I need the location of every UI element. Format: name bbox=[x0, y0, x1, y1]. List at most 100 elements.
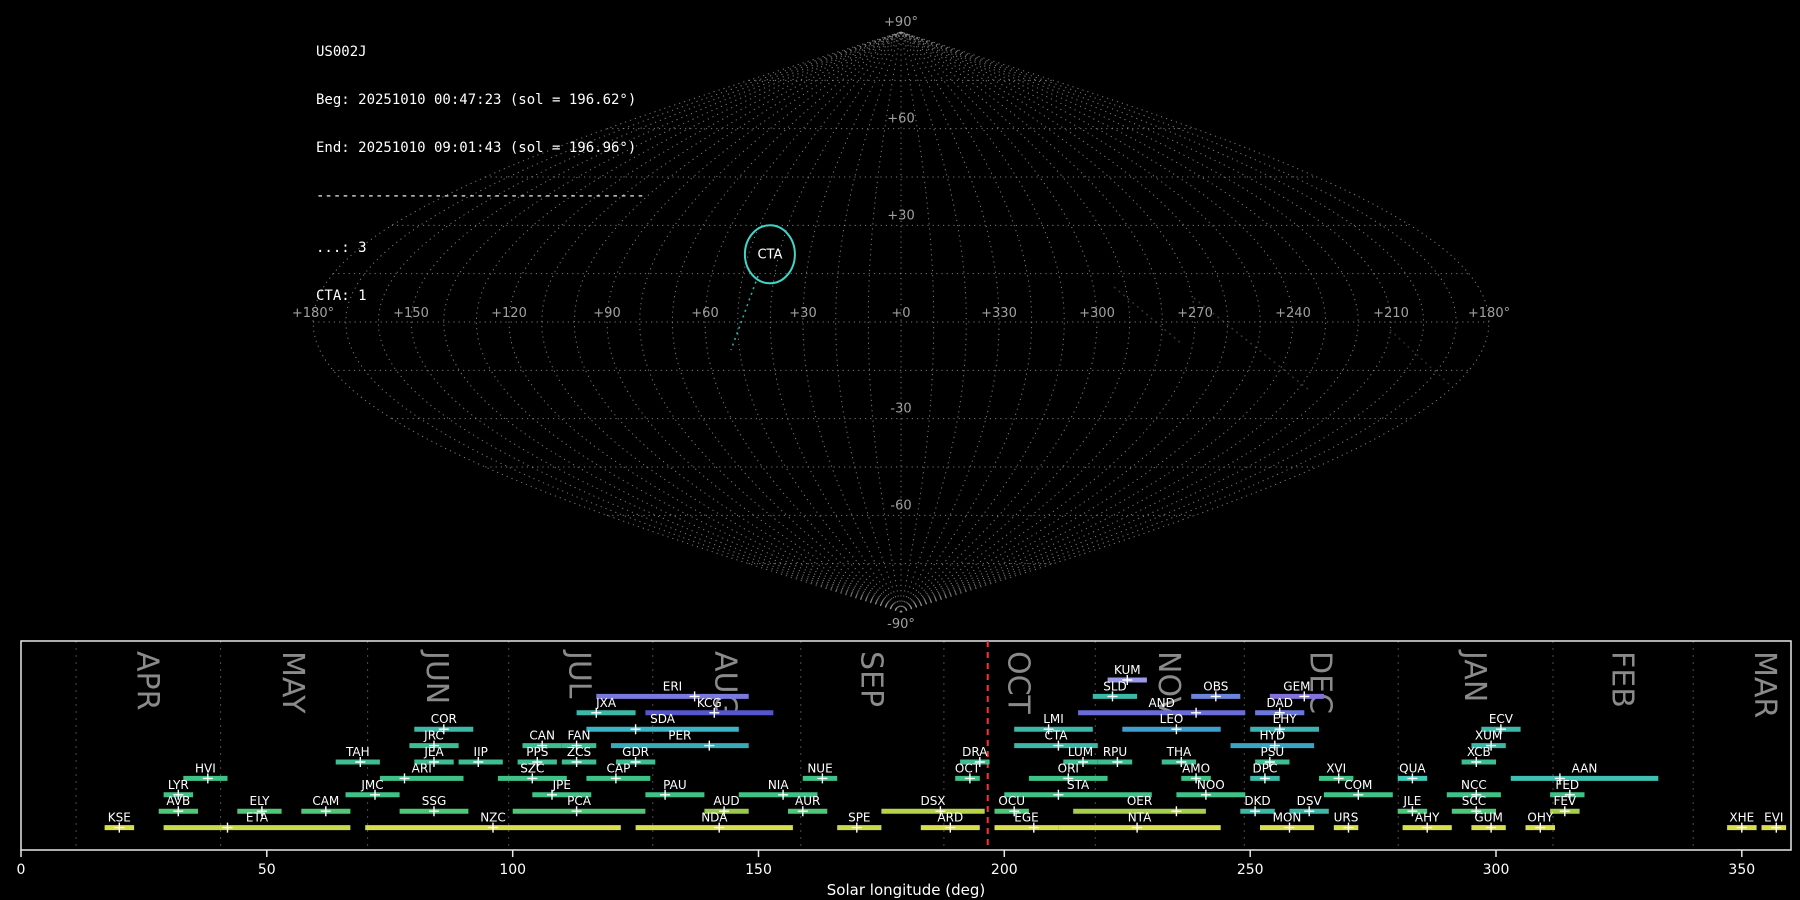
shower-label: AHY bbox=[1415, 811, 1440, 825]
shower-label: JXA bbox=[595, 696, 617, 710]
shower-label: JMC bbox=[360, 778, 383, 792]
shower-label: ZCS bbox=[567, 745, 591, 759]
lat-label: -60 bbox=[890, 498, 911, 513]
session-info-block: US002J Beg: 20251010 00:47:23 (sol = 196… bbox=[316, 12, 645, 336]
lat-label: +30 bbox=[887, 208, 914, 223]
shower-label: EHY bbox=[1273, 712, 1298, 726]
shower-label: SSG bbox=[422, 794, 447, 808]
shower-label: GDR bbox=[622, 745, 649, 759]
count-unassociated: ...: 3 bbox=[316, 240, 645, 256]
shower-label: PSU bbox=[1260, 745, 1284, 759]
shower-label: PAU bbox=[663, 778, 686, 792]
axis-tick-label: 150 bbox=[745, 862, 772, 878]
month-label: MAR bbox=[1747, 651, 1782, 718]
month-label: FEB bbox=[1604, 651, 1639, 708]
shower-label: HYD bbox=[1260, 729, 1286, 743]
shower-label: DRA bbox=[962, 745, 988, 759]
shower-peak-marker bbox=[223, 823, 233, 833]
shower-peak-marker bbox=[1053, 790, 1063, 800]
shower-label: OER bbox=[1127, 794, 1152, 808]
shower-label: XUM bbox=[1475, 729, 1502, 743]
shower-label: AUR bbox=[795, 794, 820, 808]
shower-label: LMI bbox=[1043, 712, 1064, 726]
shower-label: URS bbox=[1334, 811, 1359, 825]
shower-label: CTA bbox=[1045, 729, 1069, 743]
shower-label: ERI bbox=[663, 679, 682, 693]
shower-peak-marker bbox=[400, 773, 410, 783]
shower-label: SLD bbox=[1103, 679, 1127, 693]
shower-label: ARI bbox=[412, 761, 432, 775]
month-label: JAN bbox=[1457, 649, 1492, 702]
shower-label: AAN bbox=[1572, 761, 1598, 775]
shower-label: JLE bbox=[1402, 794, 1421, 808]
shower-peak-marker bbox=[631, 724, 641, 734]
separator-line: --------------------------------------- bbox=[316, 188, 645, 204]
shower-label: HVI bbox=[195, 761, 216, 775]
shower-label: KUM bbox=[1114, 663, 1141, 677]
meteor-trail bbox=[731, 276, 758, 350]
axis-tick-label: 0 bbox=[17, 862, 26, 878]
shower-label: IIP bbox=[474, 745, 488, 759]
shower-label: MON bbox=[1273, 811, 1302, 825]
shower-label: FAN bbox=[568, 729, 591, 743]
shower-label: FEV bbox=[1553, 794, 1576, 808]
lon-label: +240 bbox=[1275, 306, 1311, 321]
shower-label: GUM bbox=[1474, 811, 1502, 825]
shower-label: GEM bbox=[1283, 679, 1310, 693]
shower-label: QUA bbox=[1399, 761, 1426, 775]
shower-label: PCA bbox=[567, 794, 592, 808]
month-label: JUN bbox=[419, 649, 454, 704]
lon-label: +180° bbox=[1468, 306, 1510, 321]
shower-label: JRC bbox=[423, 729, 444, 743]
shower-label: KCG bbox=[697, 696, 722, 710]
month-label: APR bbox=[129, 651, 164, 710]
grid-meridian bbox=[901, 32, 1260, 612]
grid-meridian bbox=[738, 32, 901, 612]
axis-title: Solar longitude (deg) bbox=[827, 881, 985, 899]
shower-label: ECV bbox=[1489, 712, 1514, 726]
shower-label: NDA bbox=[701, 811, 728, 825]
shower-label: COR bbox=[431, 712, 457, 726]
shower-label: ORI bbox=[1058, 761, 1079, 775]
shower-peak-marker bbox=[1191, 708, 1201, 718]
shower-label: FED bbox=[1555, 778, 1579, 792]
shower-label: ETA bbox=[246, 811, 269, 825]
activity-timeline: APRMAYJUNJULAUGSEPOCTNOVDECJANFEBMAR0501… bbox=[17, 641, 1791, 899]
axis-tick-label: 100 bbox=[499, 862, 526, 878]
lon-label: +300 bbox=[1079, 306, 1115, 321]
axis-tick-label: 250 bbox=[1237, 862, 1264, 878]
shower-label: NTA bbox=[1128, 811, 1152, 825]
grid-meridian bbox=[901, 32, 1326, 612]
lat-label: +90° bbox=[884, 15, 918, 30]
shower-label: TAH bbox=[345, 745, 370, 759]
month-label: JUL bbox=[562, 649, 597, 699]
month-label: OCT bbox=[1001, 651, 1036, 715]
shower-label: RPU bbox=[1103, 745, 1127, 759]
plot-canvas: +180°+150+120+90+60+30+0+330+300+270+240… bbox=[0, 0, 1800, 900]
shower-label: AVB bbox=[166, 794, 190, 808]
axis-tick-label: 350 bbox=[1728, 862, 1755, 878]
shower-label: EGE bbox=[1014, 811, 1038, 825]
shower-label: CAP bbox=[606, 761, 630, 775]
lon-label: +60 bbox=[691, 306, 718, 321]
axis-tick-label: 50 bbox=[258, 862, 276, 878]
shower-label: NZC bbox=[480, 811, 506, 825]
shower-label: SPE bbox=[848, 811, 870, 825]
lon-label: +210 bbox=[1373, 306, 1409, 321]
shower-label: SDA bbox=[650, 712, 676, 726]
shower-label: NCC bbox=[1461, 778, 1487, 792]
shower-label: KSE bbox=[108, 811, 131, 825]
shower-label: COM bbox=[1344, 778, 1372, 792]
grid-meridian bbox=[901, 32, 1064, 612]
shower-label: NOO bbox=[1197, 778, 1225, 792]
shower-label: CAM bbox=[312, 794, 339, 808]
shower-label: SCC bbox=[1462, 794, 1486, 808]
shower-label: JPE bbox=[552, 778, 571, 792]
shower-label: OHY bbox=[1527, 811, 1553, 825]
lon-label: +30 bbox=[789, 306, 816, 321]
shower-label: DSX bbox=[920, 794, 945, 808]
shower-label: XCB bbox=[1467, 745, 1491, 759]
shower-label: EVI bbox=[1764, 811, 1783, 825]
meteor-trail bbox=[1390, 330, 1450, 385]
lon-label: +270 bbox=[1177, 306, 1213, 321]
